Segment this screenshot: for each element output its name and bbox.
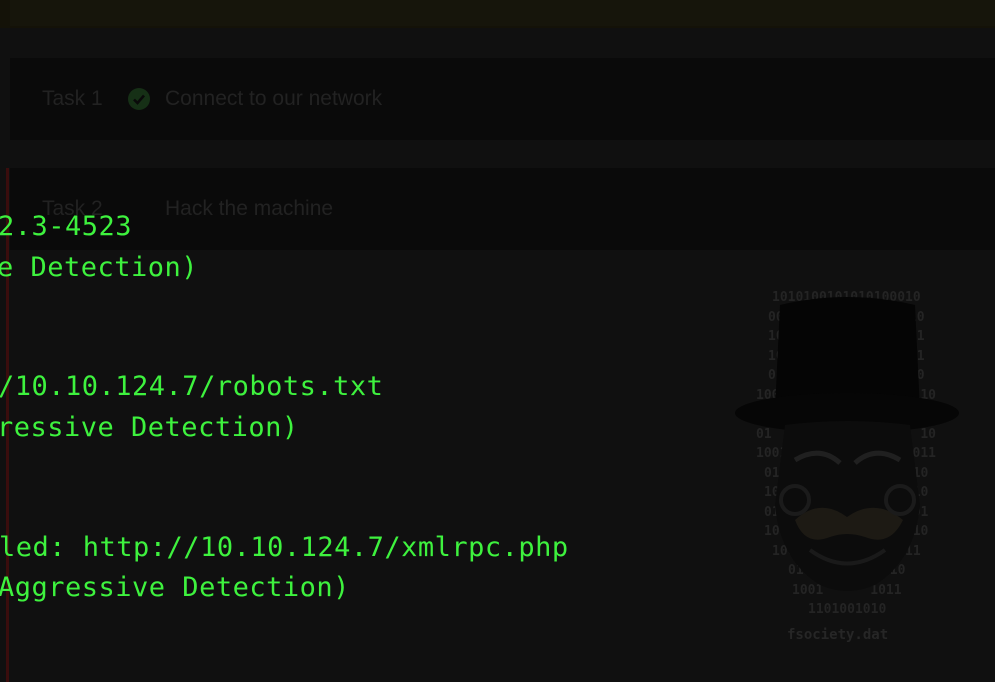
task-panel-2[interactable]: Task 2 Hack the machine [10,168,995,250]
terminal-line: /10.10.124.7/robots.txt [0,371,384,402]
terminal-line: ressive Detection) [0,412,299,443]
top-banner [0,0,995,28]
task-panel-1[interactable]: Task 1 Connect to our network [10,58,995,140]
terminal-line: 2.3-4523 [0,211,133,242]
terminal-line: Aggressive Detection) [0,572,350,603]
check-circle-icon [128,88,150,110]
fsociety-mask-icon [735,297,959,591]
screenshot-canvas: Task 1 Connect to our network Task 2 Hac… [0,0,995,682]
task-title: Hack the machine [165,197,334,220]
task-title: Connect to our network [165,87,383,110]
top-banner-inner [10,0,995,26]
terminal-line: led: http://10.10.124.7/xmlrpc.php [0,532,569,563]
terminal-line: e Detection) [0,252,199,283]
task-number: Task 1 [42,87,103,110]
fsociety-caption: fsociety.dat [787,627,889,643]
